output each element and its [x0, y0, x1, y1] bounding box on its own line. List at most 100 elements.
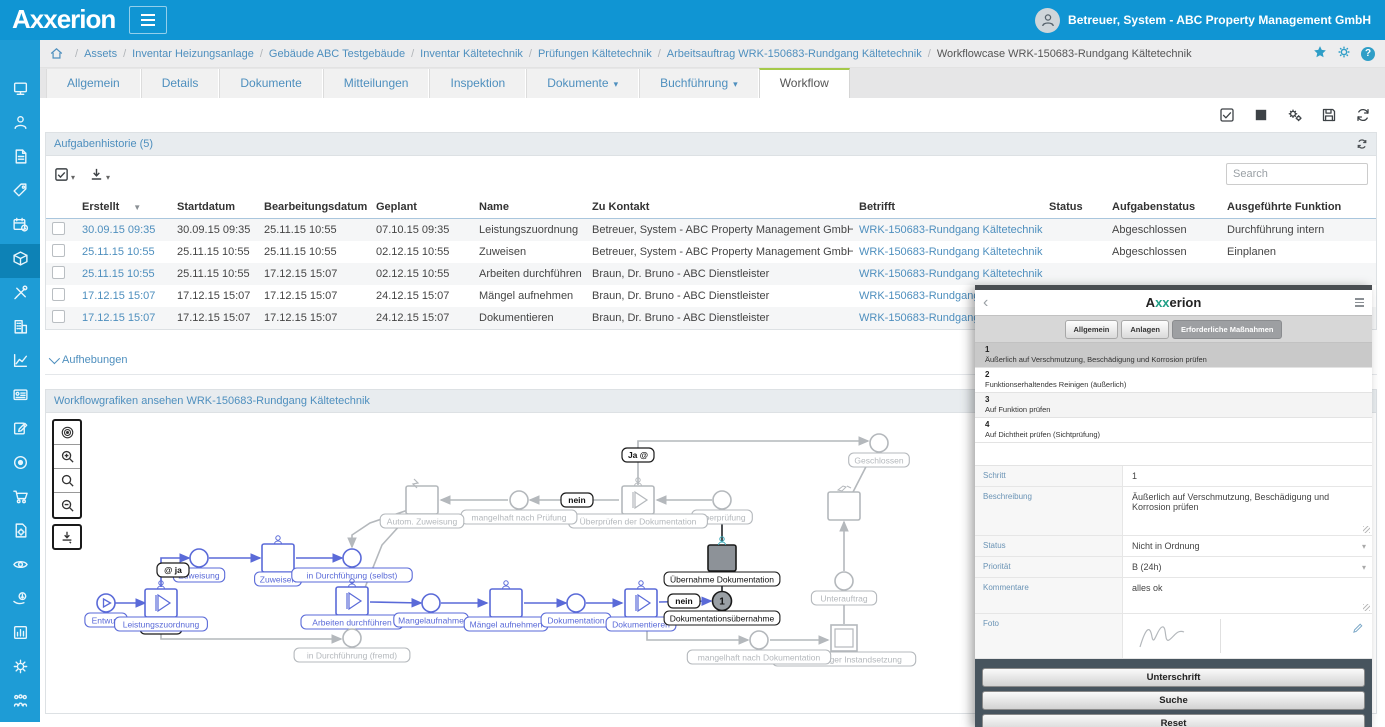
- select-rows-button[interactable]: ▾: [54, 167, 75, 182]
- betrifft-link[interactable]: WRK-150683-Rundgang Kältetechnik: [859, 268, 1042, 280]
- row-checkbox[interactable]: [52, 310, 65, 323]
- row-checkbox[interactable]: [52, 222, 65, 235]
- settings-gears-icon[interactable]: [1287, 107, 1303, 123]
- column-header[interactable]: Bearbeitungsdatum: [258, 187, 370, 219]
- measure-list-item[interactable]: 1 Äußerlich auf Verschmutzung, Beschädigu…: [975, 343, 1372, 368]
- column-header[interactable]: Geplant: [370, 187, 473, 219]
- created-date-link[interactable]: 25.11.15 10:55: [82, 268, 155, 280]
- sidebar-item-money[interactable]: [0, 584, 40, 618]
- sidebar-item-id-card[interactable]: [0, 380, 40, 414]
- photo-thumbnail[interactable]: [1132, 619, 1221, 653]
- tab-buchf-hrung[interactable]: Buchführung ▾: [639, 69, 759, 98]
- tab-dokumente[interactable]: Dokumente ▾: [526, 69, 640, 98]
- help-icon[interactable]: ?: [1361, 46, 1375, 61]
- breadcrumb-link[interactable]: Gebäude ABC Testgebäude: [269, 48, 405, 60]
- row-checkbox[interactable]: [52, 244, 65, 257]
- measure-list-item[interactable]: 4 Auf Dichtheit prüfen (Sichtprüfung): [975, 418, 1372, 443]
- zoom-in-button[interactable]: [54, 445, 80, 469]
- home-icon[interactable]: [50, 47, 63, 60]
- sidebar-item-file-gear[interactable]: [0, 516, 40, 550]
- column-header[interactable]: Erstellt ▼: [76, 187, 171, 219]
- tab-dokumente[interactable]: Dokumente: [219, 69, 323, 98]
- status-select[interactable]: Nicht in Ordnung: [1132, 541, 1200, 551]
- created-date-link[interactable]: 17.12.15 15:07: [82, 312, 155, 324]
- unterschrift-button[interactable]: Unterschrift: [982, 668, 1365, 687]
- column-header[interactable]: Aufgabenstatus: [1106, 187, 1221, 219]
- sidebar-item-calendar-clock[interactable]: [0, 210, 40, 244]
- sidebar-item-eye[interactable]: [0, 550, 40, 584]
- download-button[interactable]: ▾: [89, 167, 110, 182]
- stop-square-icon[interactable]: [1253, 107, 1269, 123]
- settings-gear-icon[interactable]: [1337, 45, 1351, 62]
- zoom-reset-button[interactable]: [54, 421, 80, 445]
- refresh-icon[interactable]: [1355, 107, 1371, 123]
- hamburger-menu-button[interactable]: [129, 6, 168, 34]
- search-input[interactable]: [1226, 163, 1368, 185]
- table-row[interactable]: 30.09.15 09:35 30.09.15 09:35 25.11.15 10:…: [46, 218, 1376, 241]
- refresh-icon[interactable]: [1356, 138, 1368, 150]
- sidebar-item-tags[interactable]: [0, 176, 40, 210]
- breadcrumb-link[interactable]: Inventar Kältetechnik: [420, 48, 523, 60]
- breadcrumb-link[interactable]: Arbeitsauftrag WRK-150683-Rundgang Kälte…: [667, 48, 922, 60]
- sidebar-item-chart-line[interactable]: [0, 346, 40, 380]
- sidebar-item-people[interactable]: [0, 686, 40, 720]
- user-avatar[interactable]: [1035, 7, 1061, 33]
- breadcrumb-link[interactable]: Assets: [84, 48, 117, 60]
- reset-button[interactable]: Reset: [982, 714, 1365, 727]
- tab-inspektion[interactable]: Inspektion: [429, 69, 527, 98]
- sidebar-item-user[interactable]: [0, 108, 40, 142]
- sidebar-item-chart-box[interactable]: [0, 618, 40, 652]
- sidebar-item-cart[interactable]: [0, 482, 40, 516]
- tab-allgemein[interactable]: Allgemein: [46, 69, 141, 98]
- sidebar-item-monitor[interactable]: [0, 74, 40, 108]
- popup-tab-allgemein[interactable]: Allgemein: [1064, 319, 1119, 339]
- select-check-icon[interactable]: [1219, 107, 1235, 123]
- zoom-select-button[interactable]: [54, 469, 80, 493]
- sidebar-item-disc[interactable]: [0, 448, 40, 482]
- suche-button[interactable]: Suche: [982, 691, 1365, 710]
- column-header[interactable]: Status: [1043, 187, 1106, 219]
- save-icon[interactable]: [1321, 107, 1337, 123]
- tab-workflow[interactable]: Workflow: [758, 68, 850, 98]
- betrifft-link[interactable]: WRK-150683-Rundgang Kältetechnik: [859, 224, 1042, 236]
- column-header[interactable]: Name: [473, 187, 586, 219]
- breadcrumb-link[interactable]: Prüfungen Kältetechnik: [538, 48, 652, 60]
- column-header[interactable]: Betrifft: [853, 187, 1043, 219]
- sidebar-item-document[interactable]: [0, 142, 40, 176]
- betrifft-link[interactable]: WRK-150683-Rundgang Kältetechnik: [859, 246, 1042, 258]
- edit-pencil-icon[interactable]: [1352, 622, 1364, 636]
- kommentare-textarea[interactable]: alles ok: [1132, 583, 1163, 593]
- measure-list-item[interactable]: 3 Auf Funktion prüfen: [975, 393, 1372, 418]
- popup-tab-anlagen[interactable]: Anlagen: [1121, 319, 1169, 339]
- column-header[interactable]: Startdatum: [171, 187, 258, 219]
- table-row[interactable]: 25.11.15 10:55 25.11.15 10:55 25.11.15 10:…: [46, 241, 1376, 263]
- beschreibung-textarea[interactable]: Äußerlich auf Verschmutzung, Beschädigun…: [1132, 492, 1329, 512]
- sidebar-item-tools[interactable]: [0, 278, 40, 312]
- priorität-select[interactable]: B (24h): [1132, 562, 1162, 572]
- column-header[interactable]: Ausgeführte Funktion: [1221, 187, 1376, 219]
- sidebar-item-note-edit[interactable]: [0, 414, 40, 448]
- popup-tab-erforderliche-ma-nahmen[interactable]: Erforderliche Maßnahmen: [1171, 319, 1283, 339]
- measure-list-item[interactable]: 2 Funktionserhaltendes Reinigen (äußerlic…: [975, 368, 1372, 393]
- sidebar-item-gear[interactable]: [0, 652, 40, 686]
- diagram-download-button[interactable]: [52, 524, 82, 550]
- created-date-link[interactable]: 17.12.15 15:07: [82, 290, 155, 302]
- tab-details[interactable]: Details: [140, 69, 220, 98]
- resize-handle-icon[interactable]: [1363, 604, 1370, 611]
- row-checkbox[interactable]: [52, 288, 65, 301]
- created-date-link[interactable]: 25.11.15 10:55: [82, 246, 155, 258]
- favorite-star-icon[interactable]: [1313, 45, 1327, 62]
- tab-mitteilungen[interactable]: Mitteilungen: [322, 69, 430, 98]
- table-row[interactable]: 25.11.15 10:55 25.11.15 10:55 17.12.15 15:…: [46, 263, 1376, 285]
- schritt-field[interactable]: 1: [1132, 471, 1137, 481]
- workflow-diagram[interactable]: @ neinEntwurfLeistungszuordnungZuweisung…: [46, 413, 976, 700]
- column-header[interactable]: Zu Kontakt: [586, 187, 853, 219]
- zoom-out-button[interactable]: [54, 493, 80, 517]
- row-checkbox[interactable]: [52, 266, 65, 279]
- aufhebungen-toggle[interactable]: Aufhebungen: [48, 352, 127, 366]
- breadcrumb-link[interactable]: Inventar Heizungsanlage: [132, 48, 254, 60]
- sidebar-item-building[interactable]: [0, 312, 40, 346]
- sidebar-item-cube[interactable]: [0, 244, 40, 278]
- resize-handle-icon[interactable]: [1363, 526, 1370, 533]
- created-date-link[interactable]: 30.09.15 09:35: [82, 224, 155, 236]
